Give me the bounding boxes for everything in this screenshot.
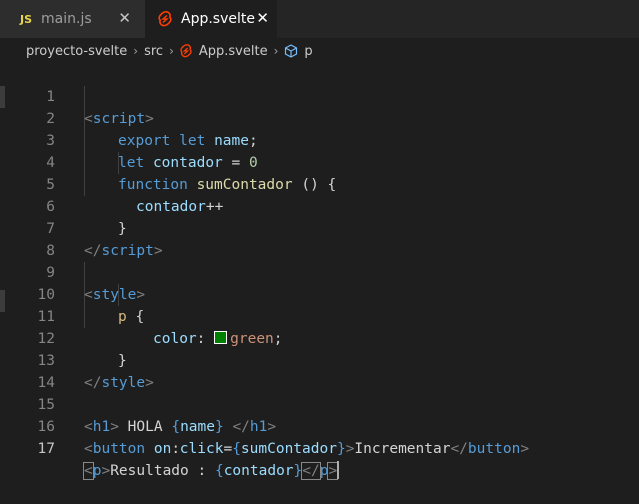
token: <: [84, 441, 93, 457]
close-icon[interactable]: ✕: [256, 9, 269, 27]
text-cursor: [337, 461, 340, 479]
breadcrumb-item-project[interactable]: proyecto-svelte: [26, 44, 127, 59]
token: }: [293, 463, 303, 479]
code-line: 3 let contador = 0: [0, 108, 639, 171]
token: =: [223, 441, 233, 457]
breadcrumb-item-src[interactable]: src: [144, 44, 163, 59]
token: >: [520, 441, 530, 457]
breadcrumb-item-file[interactable]: App.svelte: [199, 44, 268, 59]
code-line: 12 }: [0, 306, 639, 369]
token: Incrementar: [354, 441, 451, 457]
code-line: 15 <h1> HOLA {name} </h1>: [0, 372, 639, 435]
code-line: 9 <style>: [0, 240, 639, 303]
token: p: [92, 463, 102, 479]
code-line: 5 contador++: [0, 152, 639, 215]
code-text[interactable]: <p>Resultado : {contador}</p>: [83, 460, 340, 482]
token: sumContador: [240, 441, 337, 457]
code-line-active: 17 <p>Resultado : {contador}</p>: [0, 416, 639, 480]
tab-bar: JS main.js ✕ App.svelte ✕: [0, 0, 639, 38]
code-line: 4 function sumContador () {: [0, 130, 639, 193]
code-line: 1 <script>: [0, 64, 639, 127]
code-line: 7 </script>: [0, 196, 639, 259]
code-line: 10 p {: [0, 262, 639, 325]
code-line: 6 }: [0, 174, 639, 237]
token: </: [450, 441, 468, 457]
token: {: [214, 463, 224, 479]
breadcrumb-item-element[interactable]: p: [304, 44, 312, 59]
svelte-icon: [180, 44, 192, 58]
code-editor[interactable]: 1 <script> 2 export let name; 3 let cont…: [0, 64, 639, 480]
token: on: [153, 441, 172, 457]
breadcrumb: proyecto-svelte › src › App.svelte › p: [0, 38, 639, 64]
code-text[interactable]: <button on: click={sumContador}>Incremen…: [84, 438, 529, 460]
token: {: [232, 441, 241, 457]
tab-app-svelte[interactable]: App.svelte ✕: [145, 0, 277, 38]
element-cube-icon: [285, 44, 298, 58]
line-number: 17: [37, 441, 55, 457]
token: button: [92, 441, 146, 457]
breadcrumb-separator: ›: [273, 44, 279, 58]
token: >: [101, 463, 111, 479]
token: contador: [223, 463, 294, 479]
token: <: [83, 462, 94, 480]
javascript-file-icon: JS: [20, 12, 33, 26]
breadcrumb-separator: ›: [169, 44, 174, 58]
tab-main-js[interactable]: JS main.js ✕: [0, 0, 145, 38]
code-line: 8: [0, 218, 639, 259]
close-icon[interactable]: ✕: [118, 9, 131, 27]
code-line: 16 <button on: click={sumContador}>Incre…: [0, 394, 639, 457]
token: >: [327, 462, 339, 480]
svelte-icon: [158, 11, 172, 27]
code-line: 13 </style>: [0, 328, 639, 391]
token: button: [467, 441, 521, 457]
code-line: 14: [0, 350, 639, 391]
token: </: [301, 462, 321, 480]
code-line: 11 color: green;: [0, 284, 639, 347]
token: click: [179, 441, 224, 457]
token: Resultado :: [110, 463, 215, 479]
code-line: 2 export let name;: [0, 86, 639, 149]
token: }: [336, 441, 346, 457]
breadcrumb-separator: ›: [133, 44, 139, 58]
tab-label: App.svelte: [181, 11, 255, 27]
tab-label: main.js: [41, 11, 92, 27]
